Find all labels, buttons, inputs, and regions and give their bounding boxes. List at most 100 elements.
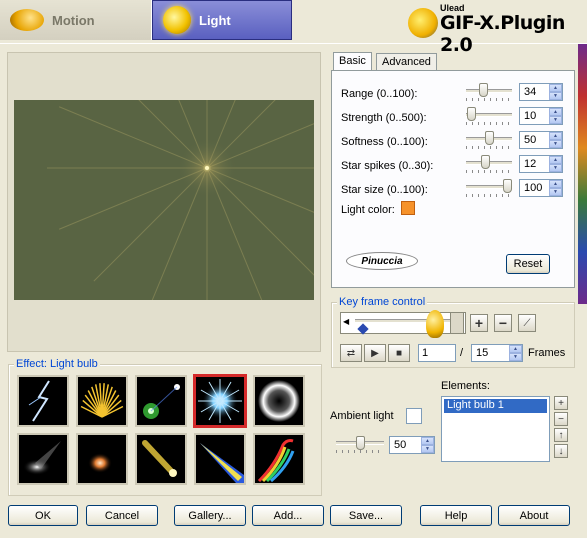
effect-thumbnail-spotlight[interactable] bbox=[17, 433, 69, 485]
keyframe-timeline[interactable]: ◀ bbox=[340, 312, 466, 335]
ambient-spinner[interactable]: 50 ▲ ▼ bbox=[389, 436, 435, 454]
timeline-start-icon: ◀ bbox=[343, 317, 350, 326]
spin-up-icon[interactable]: ▲ bbox=[549, 156, 562, 164]
spin-down-icon[interactable]: ▼ bbox=[549, 140, 562, 148]
spin-down-icon[interactable]: ▼ bbox=[421, 445, 434, 453]
param-slider[interactable] bbox=[466, 83, 512, 103]
frame-separator: / bbox=[460, 347, 464, 359]
spin-down-icon[interactable]: ▼ bbox=[549, 116, 562, 124]
keyframe-marker[interactable] bbox=[357, 323, 369, 335]
about-button[interactable]: About bbox=[498, 505, 570, 526]
param-slider[interactable] bbox=[466, 131, 512, 151]
total-frames-spin-buttons[interactable]: ▲ ▼ bbox=[509, 345, 522, 361]
minus-icon: − bbox=[558, 413, 564, 425]
param-slider[interactable] bbox=[466, 179, 512, 199]
add-button[interactable]: Add... bbox=[252, 505, 324, 526]
param-spinner[interactable]: 34 ▲ ▼ bbox=[519, 83, 563, 101]
param-spinner[interactable]: 12 ▲ ▼ bbox=[519, 155, 563, 173]
param-slider[interactable] bbox=[466, 155, 512, 175]
stop-icon: ■ bbox=[395, 347, 403, 359]
spin-down-icon[interactable]: ▼ bbox=[509, 353, 522, 361]
spin-up-icon[interactable]: ▲ bbox=[421, 437, 434, 445]
elements-list[interactable]: Light bulb 1 bbox=[441, 396, 550, 462]
param-spinner[interactable]: 50 ▲ ▼ bbox=[519, 131, 563, 149]
tab-advanced[interactable]: Advanced bbox=[376, 53, 437, 71]
ambient-value: 50 bbox=[394, 439, 407, 451]
cancel-button[interactable]: Cancel bbox=[86, 505, 158, 526]
add-element-button[interactable]: + bbox=[554, 396, 568, 410]
help-button[interactable]: Help bbox=[420, 505, 492, 526]
brand-logo-icon bbox=[408, 8, 438, 38]
light-color-swatch[interactable] bbox=[401, 201, 415, 215]
param-spinner[interactable]: 10 ▲ ▼ bbox=[519, 107, 563, 125]
ok-button[interactable]: OK bbox=[8, 505, 78, 526]
effect-thumbnail-lightning[interactable] bbox=[17, 375, 69, 427]
param-spinner[interactable]: 100 ▲ ▼ bbox=[519, 179, 563, 197]
loop-icon: ⇄ bbox=[346, 347, 356, 359]
reset-button[interactable]: Reset bbox=[506, 254, 550, 274]
minus-icon: − bbox=[498, 315, 508, 331]
param-slider-thumb[interactable] bbox=[479, 83, 488, 97]
spin-up-icon[interactable]: ▲ bbox=[549, 108, 562, 116]
param-spin-buttons[interactable]: ▲ ▼ bbox=[549, 84, 562, 100]
spin-down-icon[interactable]: ▼ bbox=[549, 188, 562, 196]
param-spin-buttons[interactable]: ▲ ▼ bbox=[549, 180, 562, 196]
add-keyframe-button[interactable]: + bbox=[470, 314, 488, 332]
preview-canvas[interactable] bbox=[14, 100, 314, 300]
total-frames-value: 15 bbox=[476, 347, 489, 359]
timeline-end-button[interactable] bbox=[450, 312, 464, 334]
spin-up-icon[interactable]: ▲ bbox=[509, 345, 522, 353]
effect-thumbnail-rainbow-swirl[interactable] bbox=[253, 433, 305, 485]
effect-thumbnail-star-flare[interactable] bbox=[193, 374, 247, 428]
ring-icon bbox=[255, 380, 303, 425]
keyframe-tool-button[interactable]: ⟋ bbox=[518, 314, 536, 332]
ambient-slider-thumb[interactable] bbox=[356, 436, 365, 450]
current-frame-field[interactable]: 1 bbox=[418, 344, 456, 362]
param-spin-buttons[interactable]: ▲ ▼ bbox=[549, 108, 562, 124]
effect-thumbnail-burst[interactable] bbox=[76, 375, 128, 427]
param-spin-buttons[interactable]: ▲ ▼ bbox=[549, 156, 562, 172]
spin-up-icon[interactable]: ▲ bbox=[549, 180, 562, 188]
spin-up-icon[interactable]: ▲ bbox=[549, 84, 562, 92]
spin-down-icon[interactable]: ▼ bbox=[549, 92, 562, 100]
brand-title: GIF-X.Plugin 2.0 bbox=[440, 12, 565, 56]
param-spin-buttons[interactable]: ▲ ▼ bbox=[549, 132, 562, 148]
param-label: Softness (0..100): bbox=[341, 136, 428, 148]
remove-element-button[interactable]: − bbox=[554, 412, 568, 426]
ambient-light-color[interactable] bbox=[406, 408, 422, 424]
move-up-button[interactable]: ↑ bbox=[554, 428, 568, 442]
light-color-label: Light color: bbox=[341, 204, 395, 216]
elements-list-item[interactable]: Light bulb 1 bbox=[444, 399, 547, 413]
spin-down-icon[interactable]: ▼ bbox=[549, 164, 562, 172]
timeline-handle-icon[interactable] bbox=[426, 310, 444, 338]
gallery-button[interactable]: Gallery... bbox=[174, 505, 246, 526]
remove-keyframe-button[interactable]: − bbox=[494, 314, 512, 332]
param-slider-thumb[interactable] bbox=[467, 107, 476, 121]
param-label: Star spikes (0..30): bbox=[341, 160, 434, 172]
frames-label: Frames bbox=[528, 347, 566, 359]
move-down-button[interactable]: ↓ bbox=[554, 444, 568, 458]
spin-up-icon[interactable]: ▲ bbox=[549, 132, 562, 140]
tab-basic[interactable]: Basic bbox=[333, 52, 372, 71]
play-button[interactable]: ▶ bbox=[364, 344, 386, 362]
param-slider-thumb[interactable] bbox=[485, 131, 494, 145]
param-slider-thumb[interactable] bbox=[481, 155, 490, 169]
effect-thumbnail-lens-flare[interactable] bbox=[135, 375, 187, 427]
total-frames-spinner[interactable]: 15 ▲ ▼ bbox=[471, 344, 523, 362]
ambient-slider[interactable] bbox=[336, 436, 384, 456]
save-button[interactable]: Save... bbox=[330, 505, 402, 526]
param-slider[interactable] bbox=[466, 107, 512, 127]
effect-title: Effect: Light bulb bbox=[14, 358, 100, 370]
effect-thumbnail-glow[interactable] bbox=[76, 433, 128, 485]
tab-motion[interactable]: Motion bbox=[0, 0, 152, 40]
stop-button[interactable]: ■ bbox=[388, 344, 410, 362]
effect-thumbnail-beam[interactable] bbox=[194, 433, 246, 485]
effect-thumbnail-comet[interactable] bbox=[135, 433, 187, 485]
effect-thumbnail-ring[interactable] bbox=[253, 375, 305, 427]
tab-light[interactable]: Light bbox=[152, 0, 292, 40]
arrow-up-icon: ↑ bbox=[558, 429, 564, 441]
param-slider-thumb[interactable] bbox=[503, 179, 512, 193]
loop-button[interactable]: ⇄ bbox=[340, 344, 362, 362]
ambient-spin-buttons[interactable]: ▲ ▼ bbox=[421, 437, 434, 453]
param-slider-ticks bbox=[466, 194, 512, 197]
